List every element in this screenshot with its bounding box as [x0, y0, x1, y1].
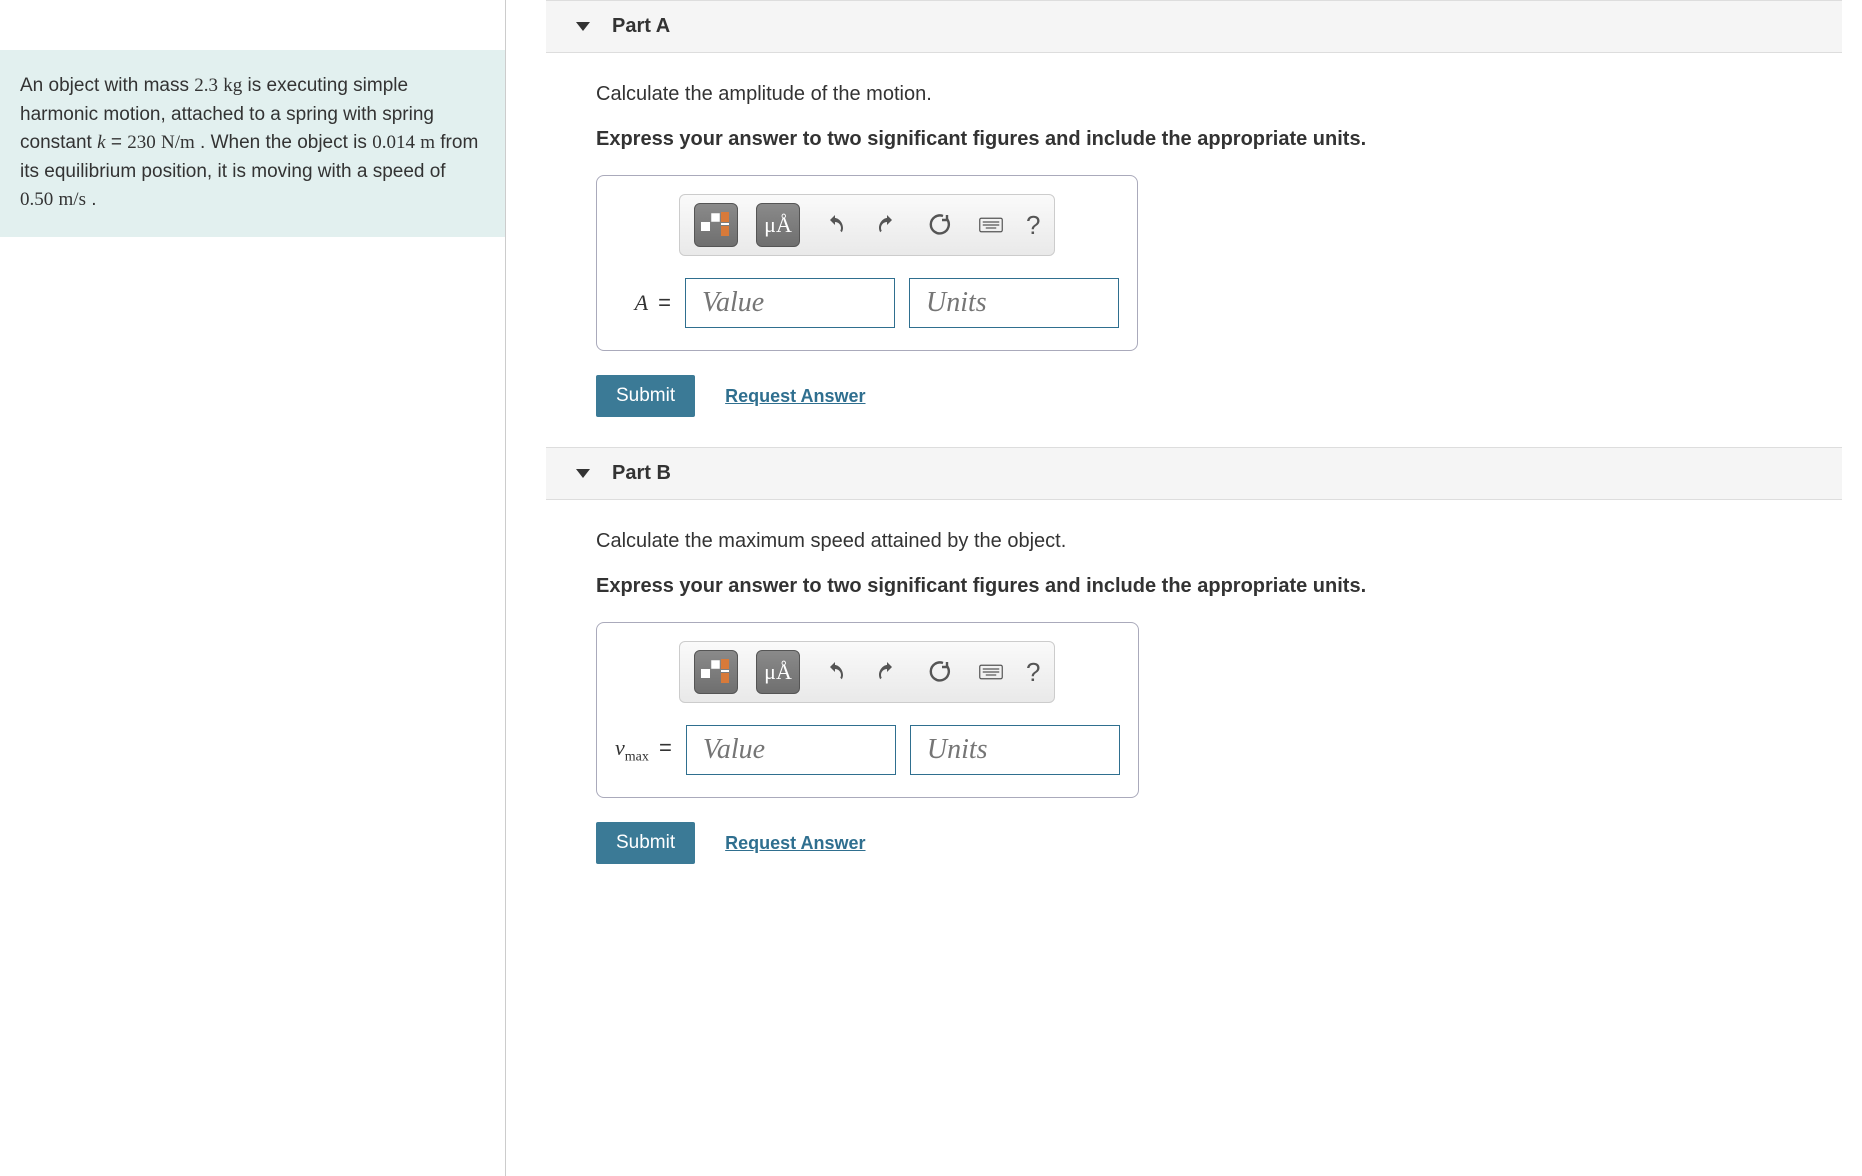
templates-button[interactable] — [694, 650, 738, 694]
answer-toolbar: μÅ — [679, 641, 1055, 703]
part-a-request-answer-link[interactable]: Request Answer — [725, 386, 865, 407]
help-button[interactable]: ? — [1026, 657, 1040, 688]
undo-button[interactable] — [818, 655, 852, 689]
special-characters-button[interactable]: μÅ — [756, 203, 800, 247]
keyboard-button[interactable] — [974, 655, 1008, 689]
answer-toolbar: μÅ — [679, 194, 1055, 256]
part-b-prompt: Calculate the maximum speed attained by … — [596, 530, 1842, 553]
problem-text: An object with mass 2.3 kg is executing … — [20, 75, 478, 210]
undo-button[interactable] — [818, 208, 852, 242]
part-a-header[interactable]: Part A — [546, 0, 1842, 53]
part-a-answer-box: μÅ — [596, 175, 1138, 351]
problem-statement: An object with mass 2.3 kg is executing … — [0, 50, 505, 237]
collapse-caret-icon — [576, 22, 590, 31]
part-a-instruction: Express your answer to two significant f… — [596, 128, 1842, 151]
part-a-units-input[interactable] — [909, 278, 1119, 328]
reset-button[interactable] — [922, 655, 956, 689]
templates-button[interactable] — [694, 203, 738, 247]
redo-button[interactable] — [870, 208, 904, 242]
part-b-units-input[interactable] — [910, 725, 1120, 775]
part-a-variable-label: A = — [615, 290, 671, 316]
special-characters-button[interactable]: μÅ — [756, 650, 800, 694]
collapse-caret-icon — [576, 469, 590, 478]
part-b-submit-button[interactable]: Submit — [596, 822, 695, 864]
part-b-variable-label: vmax = — [615, 735, 672, 765]
part-a-prompt: Calculate the amplitude of the motion. — [596, 83, 1842, 106]
reset-button[interactable] — [922, 208, 956, 242]
part-a-submit-button[interactable]: Submit — [596, 375, 695, 417]
part-a-title: Part A — [612, 15, 670, 38]
part-b-value-input[interactable] — [686, 725, 896, 775]
part-a-body: Calculate the amplitude of the motion. E… — [546, 53, 1842, 427]
part-b-title: Part B — [612, 462, 671, 485]
part-b-header[interactable]: Part B — [546, 447, 1842, 500]
help-button[interactable]: ? — [1026, 210, 1040, 241]
part-b-instruction: Express your answer to two significant f… — [596, 575, 1842, 598]
part-b-body: Calculate the maximum speed attained by … — [546, 500, 1842, 874]
redo-button[interactable] — [870, 655, 904, 689]
part-a-value-input[interactable] — [685, 278, 895, 328]
part-b-answer-box: μÅ — [596, 622, 1139, 798]
keyboard-button[interactable] — [974, 208, 1008, 242]
part-b-request-answer-link[interactable]: Request Answer — [725, 833, 865, 854]
